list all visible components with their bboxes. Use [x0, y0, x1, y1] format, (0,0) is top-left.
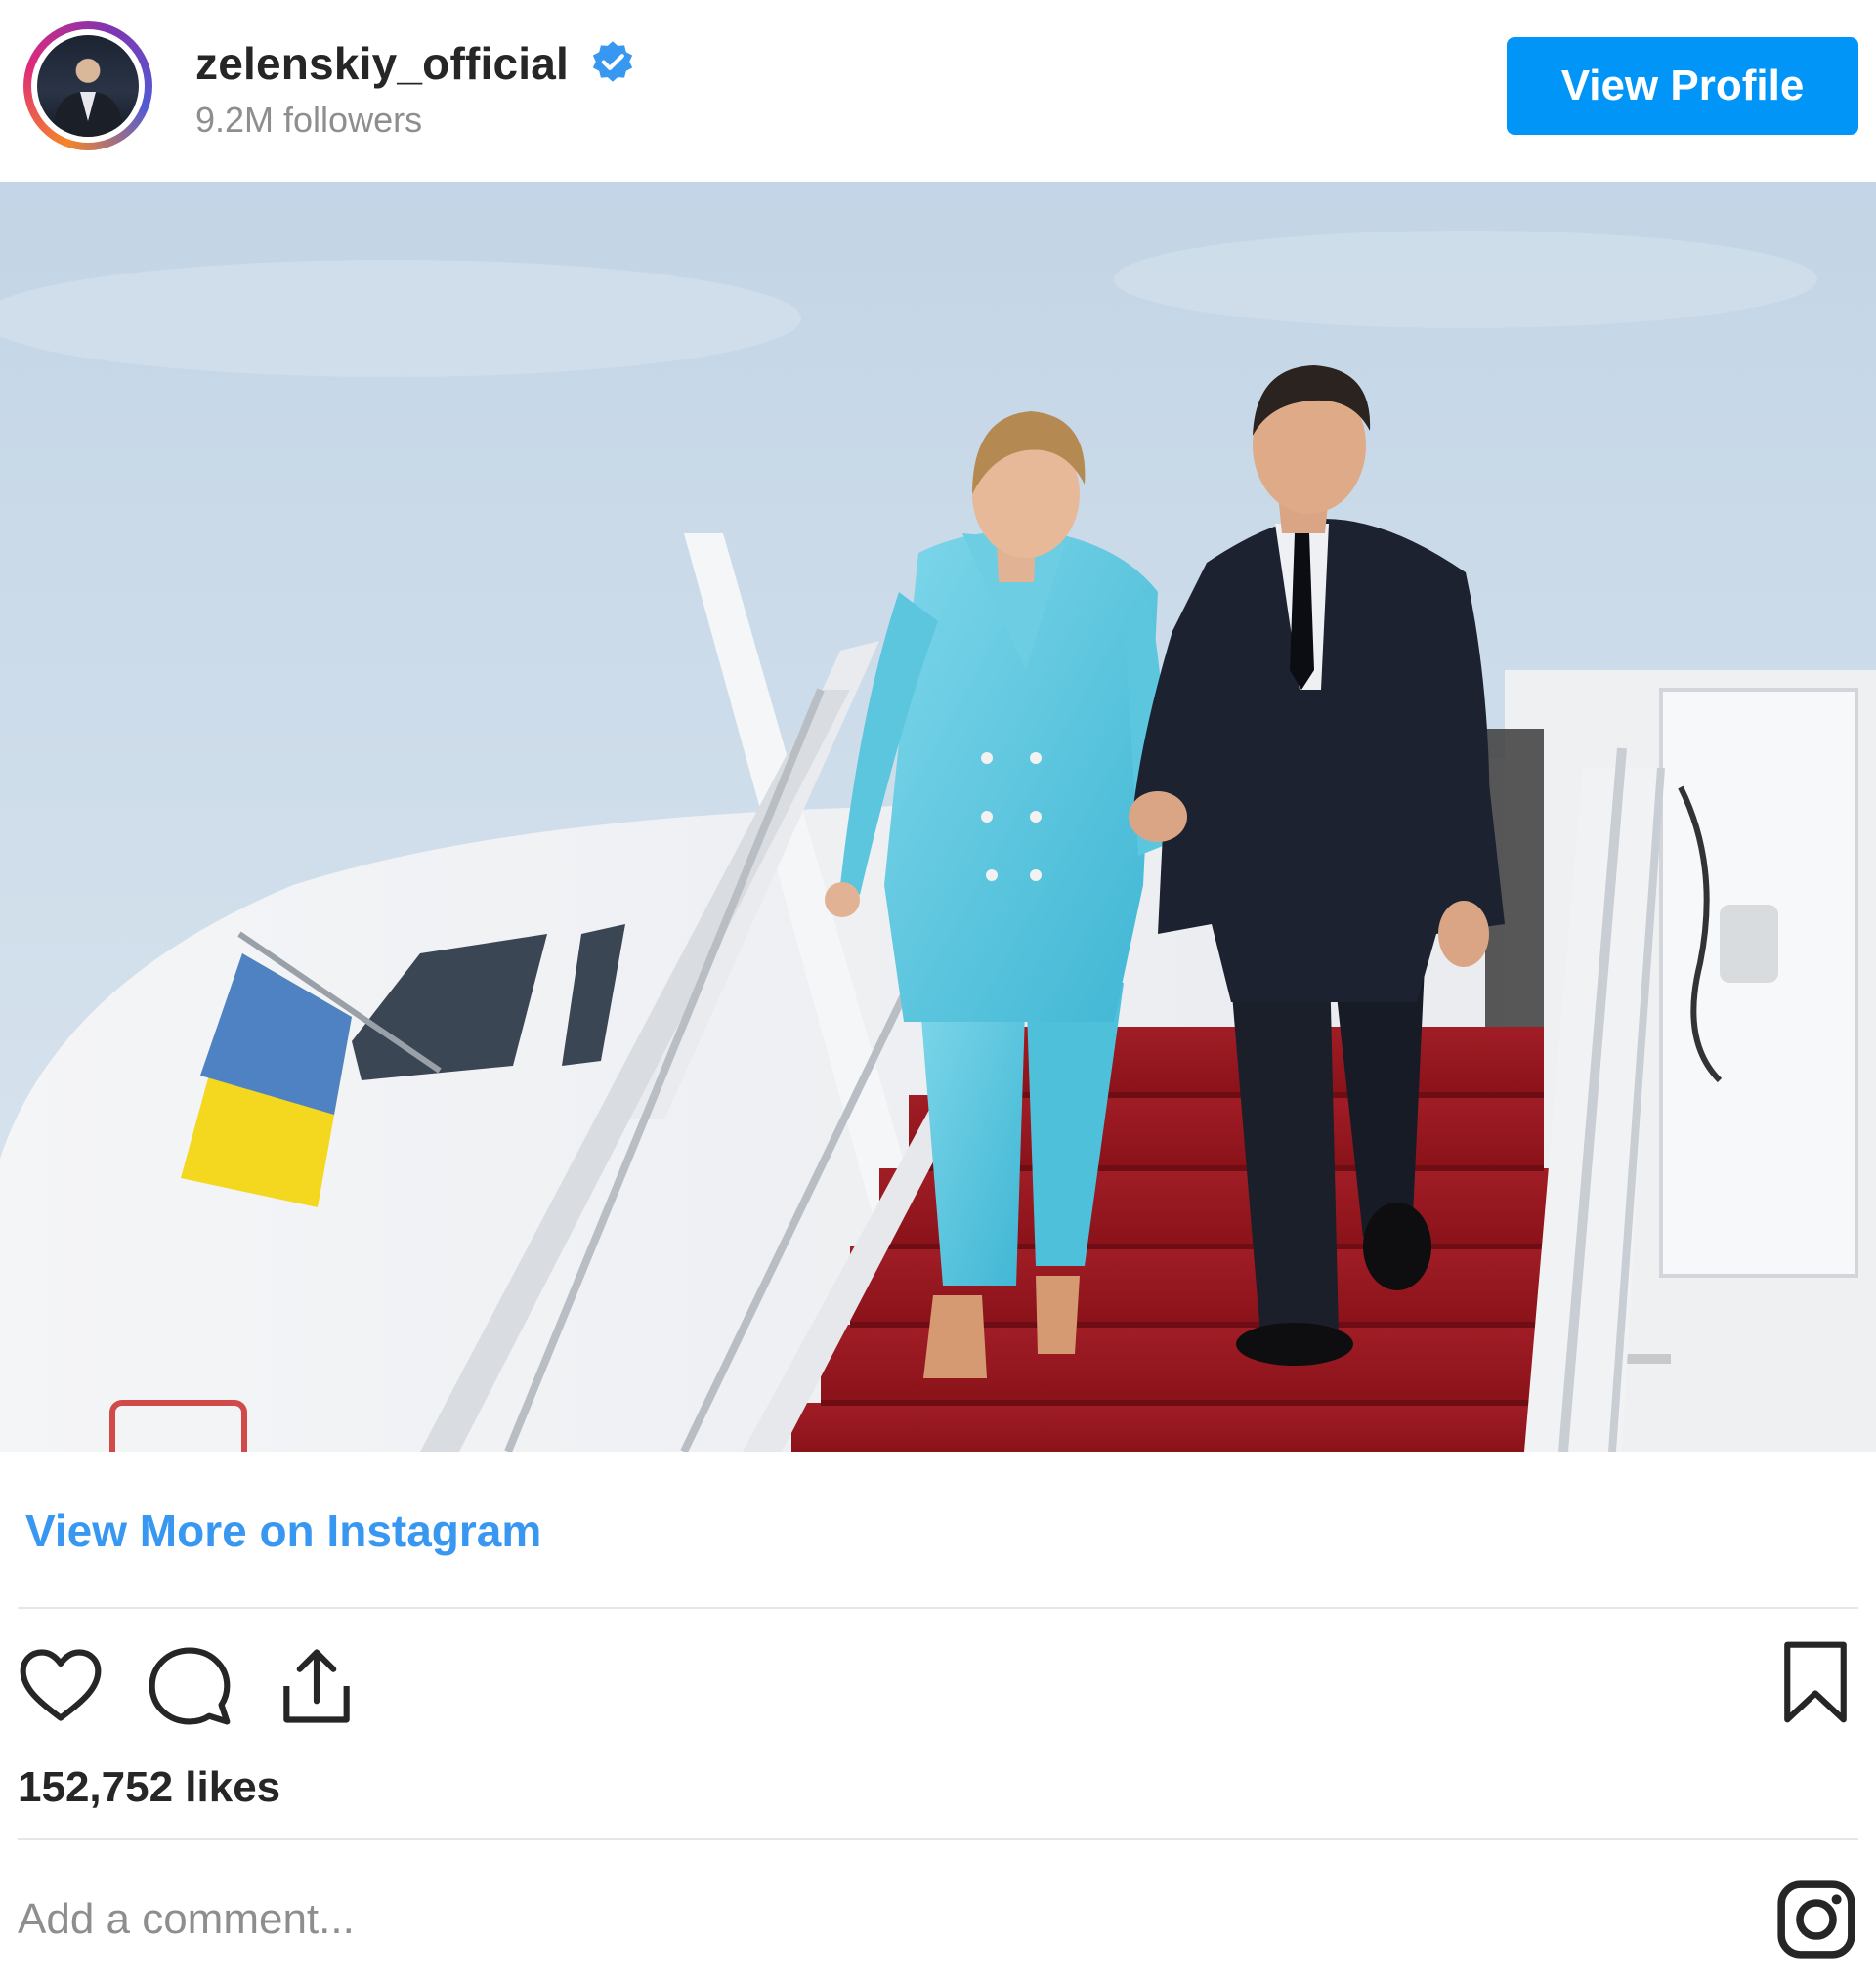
profile-avatar[interactable]	[23, 21, 152, 150]
follower-count: 9.2M followers	[195, 100, 423, 140]
divider	[18, 1607, 1858, 1609]
view-profile-button[interactable]: View Profile	[1507, 37, 1858, 135]
like-count[interactable]: 152,752 likes	[18, 1763, 280, 1812]
username[interactable]: zelenskiy_official	[195, 37, 569, 90]
post-header: zelenskiy_official 9.2M followers View P…	[0, 0, 1876, 182]
comment-icon[interactable]	[145, 1641, 234, 1731]
instagram-logo-icon[interactable]	[1774, 1878, 1858, 1962]
bookmark-icon[interactable]	[1770, 1637, 1860, 1727]
view-more-link[interactable]: View More on Instagram	[25, 1504, 541, 1557]
heart-icon[interactable]	[16, 1641, 106, 1731]
verified-badge-icon	[592, 41, 633, 82]
post-photo	[0, 182, 1876, 1452]
share-icon[interactable]	[272, 1641, 362, 1731]
avatar-image	[37, 35, 139, 137]
divider	[18, 1838, 1858, 1840]
comment-input[interactable]: Add a comment...	[18, 1895, 355, 1944]
post-image[interactable]	[0, 182, 1876, 1452]
